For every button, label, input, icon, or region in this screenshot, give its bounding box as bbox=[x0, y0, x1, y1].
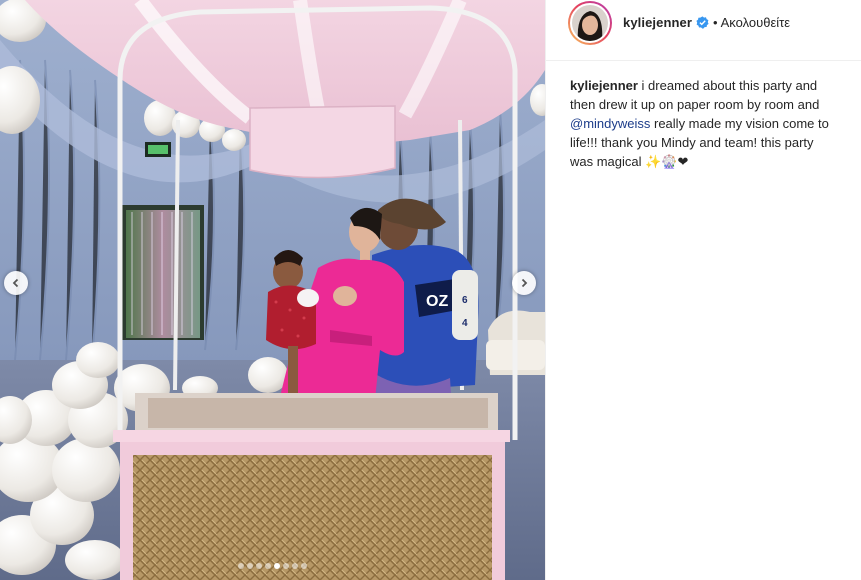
following-button[interactable]: Ακολουθείτε bbox=[721, 15, 790, 30]
instagram-post: OZ 6 4 kyliejenner • Ακολουθείτε kylieje… bbox=[0, 0, 861, 580]
carousel-dot bbox=[283, 563, 289, 569]
carousel-dot bbox=[301, 563, 307, 569]
post-side-panel: kyliejenner • Ακολουθείτε kyliejenner i … bbox=[545, 0, 861, 580]
carousel-dot bbox=[256, 563, 262, 569]
avatar[interactable] bbox=[568, 1, 612, 45]
caption-username-link[interactable]: kyliejenner bbox=[570, 78, 638, 93]
carousel-dot bbox=[238, 563, 244, 569]
carousel-dot bbox=[274, 563, 280, 569]
carousel-indicator bbox=[0, 563, 545, 569]
post-header: kyliejenner • Ακολουθείτε bbox=[546, 0, 861, 61]
carousel-dot bbox=[292, 563, 298, 569]
carousel-next-button[interactable] bbox=[512, 271, 536, 295]
chevron-left-icon bbox=[12, 278, 19, 288]
caption-mention-link[interactable]: @mindyweiss bbox=[570, 116, 650, 131]
header-separator: • bbox=[713, 14, 718, 30]
svg-text:4: 4 bbox=[462, 318, 468, 329]
post-photo: OZ 6 4 bbox=[0, 0, 545, 580]
carousel-dot bbox=[265, 563, 271, 569]
post-media[interactable]: OZ 6 4 bbox=[0, 0, 545, 580]
carousel-dot bbox=[247, 563, 253, 569]
svg-text:6: 6 bbox=[462, 295, 468, 306]
post-username-link[interactable]: kyliejenner bbox=[623, 15, 692, 30]
verified-badge-icon bbox=[696, 15, 709, 29]
post-caption: kyliejenner i dreamed about this party a… bbox=[570, 76, 840, 171]
chevron-right-icon bbox=[521, 278, 528, 288]
svg-text:OZ: OZ bbox=[426, 293, 448, 310]
carousel-prev-button[interactable] bbox=[4, 271, 28, 295]
profile-picture bbox=[572, 5, 608, 41]
